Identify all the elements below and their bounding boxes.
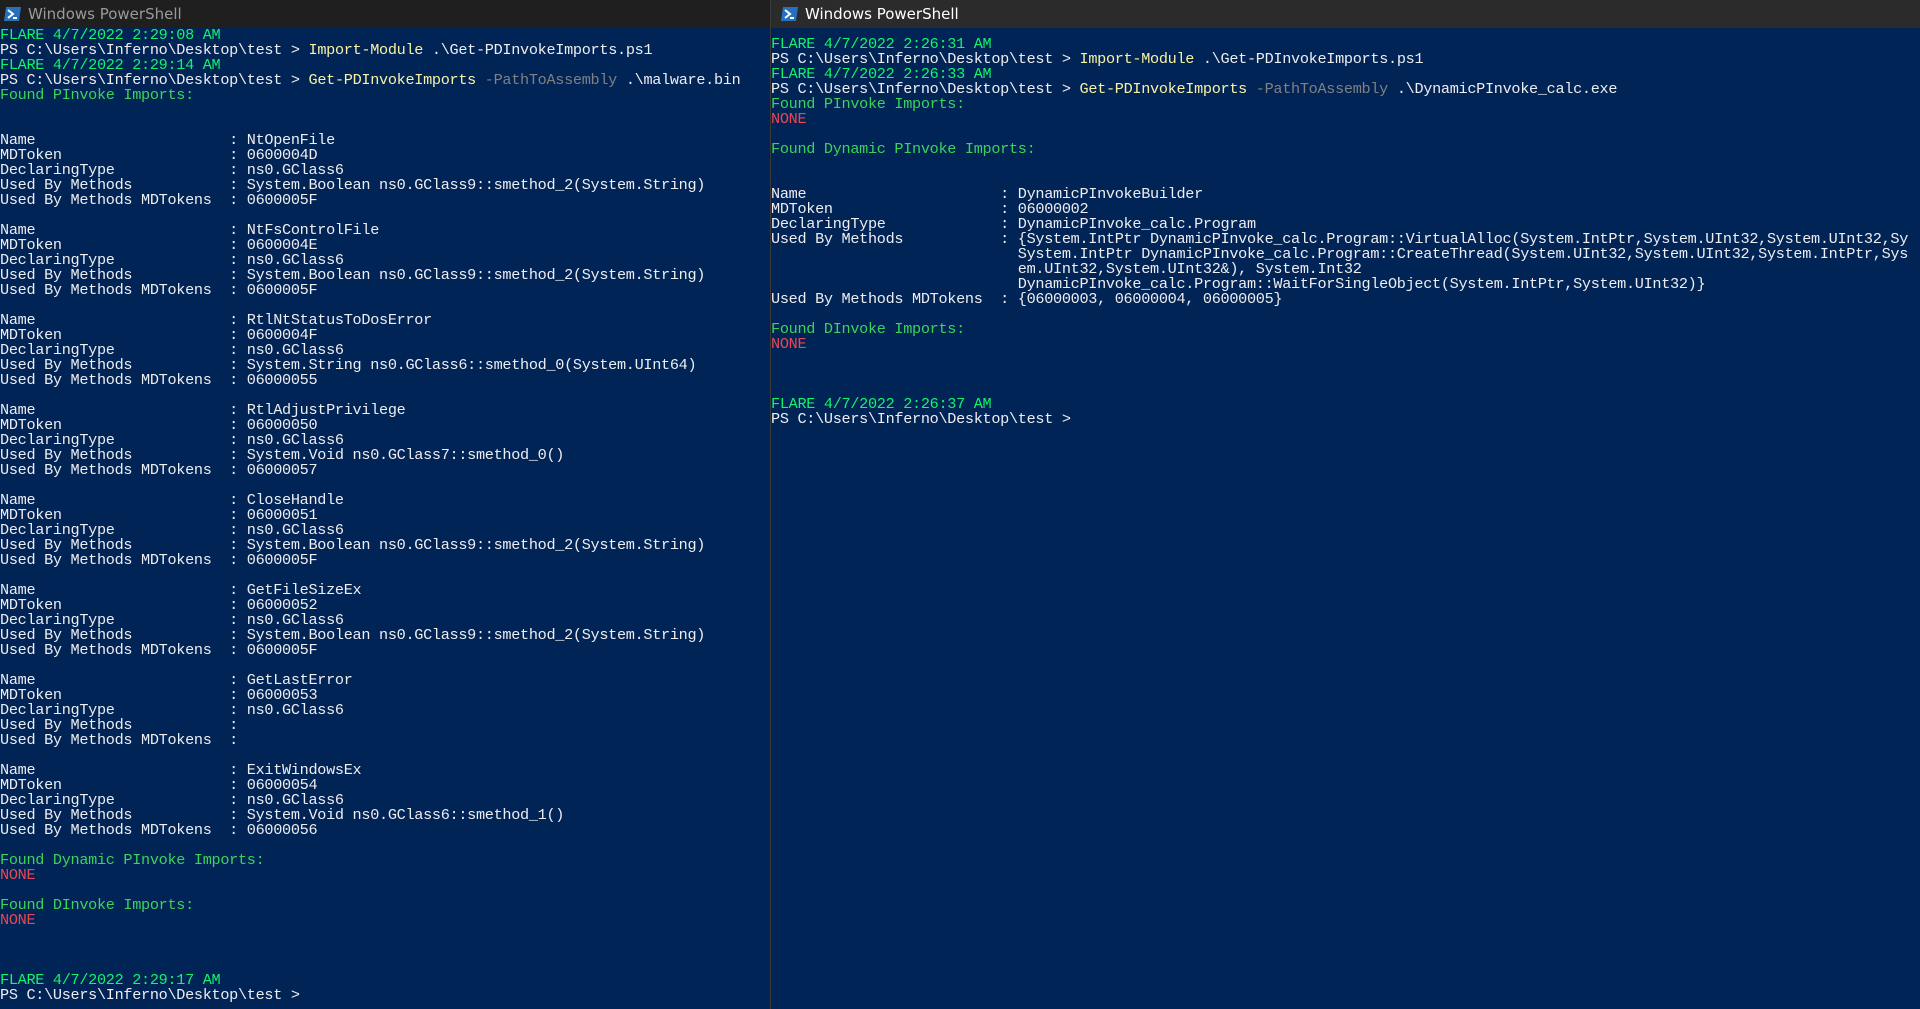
console-text: Used By Methods MDTokens : 0600005F xyxy=(0,191,318,209)
console-line: Found PInvoke Imports: xyxy=(771,96,1920,112)
console-text: Used By Methods MDTokens : 06000056 xyxy=(0,821,318,839)
console-line: Used By Methods MDTokens : 06000055 xyxy=(0,371,770,389)
console-text: Found Dynamic PInvoke Imports: xyxy=(0,851,265,869)
console-output[interactable]: FLARE 4/7/2022 2:29:08 AM PS C:\Users\Inf… xyxy=(0,27,770,1004)
console-text: Used By Methods MDTokens : 0600005F xyxy=(0,641,318,659)
console-text: Used By Methods MDTokens : 06000057 xyxy=(0,461,318,479)
console-line: PS C:\Users\Inferno\Desktop\test > xyxy=(771,410,1920,428)
console-text: .\Get-PDInvokeImports.ps1 xyxy=(1194,50,1424,68)
console-text: PS C:\Users\Inferno\Desktop\test > xyxy=(771,410,1071,428)
console-text: .\DynamicPInvoke_calc.exe xyxy=(1388,80,1618,98)
console-line: Found Dynamic PInvoke Imports: xyxy=(771,140,1920,158)
console-text: -PathToAssembly xyxy=(475,71,618,89)
console-text: -PathToAssembly xyxy=(1246,80,1389,98)
powershell-icon xyxy=(4,6,22,22)
console-text: Import-Module xyxy=(1079,50,1195,68)
console-line: Used By Methods MDTokens : 0600005F xyxy=(0,551,770,569)
console-text: Get-PDInvokeImports xyxy=(308,71,477,89)
console-text: Used By Methods MDTokens : {06000003, 06… xyxy=(771,290,1283,308)
console-line: Found DInvoke Imports: xyxy=(0,897,770,913)
window-title: Windows PowerShell xyxy=(28,5,182,23)
console-text: Found Dynamic PInvoke Imports: xyxy=(771,140,1036,158)
console-text: Import-Module xyxy=(308,41,424,59)
console-line: Found DInvoke Imports: xyxy=(771,321,1920,337)
console-text: .\Get-PDInvokeImports.ps1 xyxy=(423,41,653,59)
console-text: Used By Methods MDTokens : xyxy=(0,731,238,749)
powershell-icon xyxy=(781,6,799,22)
console-text: Used By Methods MDTokens : 0600005F xyxy=(0,551,318,569)
console-line: Found PInvoke Imports: xyxy=(0,86,770,104)
window-title: Windows PowerShell xyxy=(805,5,959,23)
powershell-window-left[interactable]: Windows PowerShell FLARE 4/7/2022 2:29:0… xyxy=(0,0,770,1009)
console-text: PS C:\Users\Inferno\Desktop\test > xyxy=(0,986,300,1004)
console-line: NONE xyxy=(0,912,770,928)
console-line: Used By Methods MDTokens : 0600005F xyxy=(0,191,770,209)
console-line: PS C:\Users\Inferno\Desktop\test > xyxy=(0,986,770,1004)
console-text: Get-PDInvokeImports xyxy=(1079,80,1248,98)
window-titlebar[interactable]: Windows PowerShell xyxy=(0,0,770,28)
console-text: Found PInvoke Imports: xyxy=(0,86,194,104)
console-line: NONE xyxy=(0,867,770,883)
window-titlebar[interactable]: Windows PowerShell xyxy=(771,0,1920,28)
console-line: Used By Methods MDTokens : 0600005F xyxy=(0,641,770,659)
console-line: Used By Methods MDTokens : 0600005F xyxy=(0,281,770,299)
console-output[interactable]: FLARE 4/7/2022 2:26:31 AM PS C:\Users\Inf… xyxy=(771,28,1920,427)
console-text: Used By Methods MDTokens : 0600005F xyxy=(0,281,318,299)
console-line: Used By Methods MDTokens : 06000057 xyxy=(0,461,770,479)
console-line: NONE xyxy=(771,336,1920,352)
console-line: Used By Methods MDTokens : 06000056 xyxy=(0,821,770,839)
console-line: Found Dynamic PInvoke Imports: xyxy=(0,851,770,869)
console-text: Used By Methods MDTokens : 06000055 xyxy=(0,371,318,389)
powershell-window-right[interactable]: Windows PowerShell FLARE 4/7/2022 2:26:3… xyxy=(770,0,1920,1009)
console-line: Used By Methods MDTokens : xyxy=(0,731,770,749)
console-line: Used By Methods MDTokens : {06000003, 06… xyxy=(771,290,1920,308)
console-line: NONE xyxy=(771,111,1920,127)
console-text: .\malware.bin xyxy=(617,71,741,89)
